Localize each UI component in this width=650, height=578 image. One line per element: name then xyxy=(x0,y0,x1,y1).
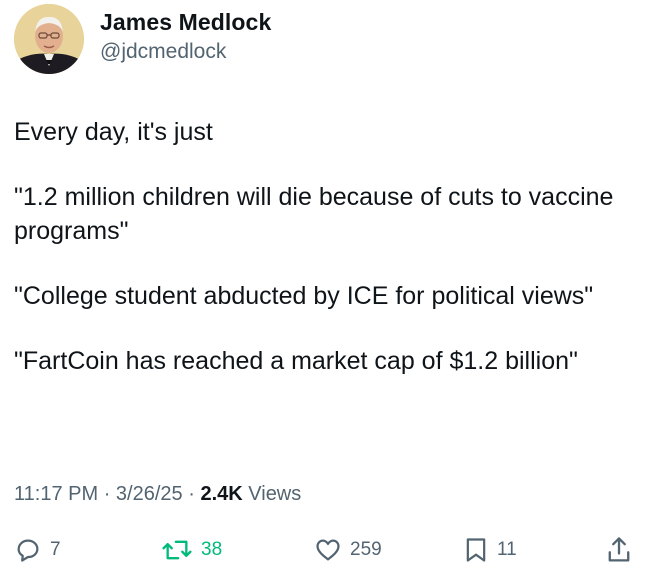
bookmark-count: 11 xyxy=(497,539,517,560)
share-icon xyxy=(608,537,630,562)
share-button[interactable] xyxy=(605,535,633,565)
retweet-count: 38 xyxy=(201,539,223,560)
tweet-paragraph: "1.2 million children will die because o… xyxy=(14,183,614,245)
tweet-header: James Medlock @jdcmedlock xyxy=(14,4,271,74)
meta-separator: · xyxy=(188,483,195,505)
meta-separator: · xyxy=(103,483,111,505)
like-button[interactable]: 259 xyxy=(314,536,382,564)
tweet-time[interactable]: 11:17 PM xyxy=(14,483,98,505)
like-count: 259 xyxy=(350,539,382,560)
tweet-date[interactable]: 3/26/25 xyxy=(116,483,183,505)
bookmark-button[interactable]: 11 xyxy=(463,536,517,564)
display-name[interactable]: James Medlock xyxy=(100,9,271,36)
retweet-icon xyxy=(162,540,192,560)
tweet-text: Every day, it's just "1.2 million childr… xyxy=(14,115,639,409)
heart-icon xyxy=(316,539,340,561)
reply-count: 7 xyxy=(50,539,61,560)
tweet-paragraph: "FartCoin has reached a market cap of $1… xyxy=(14,347,578,375)
profile-photo-icon xyxy=(14,4,84,74)
action-bar: 7 38 259 11 xyxy=(0,532,650,568)
tweet-paragraph: "College student abducted by ICE for pol… xyxy=(14,282,594,310)
views-count: 2.4K xyxy=(200,483,243,505)
tweet-paragraph: Every day, it's just xyxy=(14,118,213,146)
tweet-meta: 11:17 PM · 3/26/25 · 2.4K Views xyxy=(14,483,301,506)
bookmark-icon xyxy=(466,538,486,562)
views-label: Views xyxy=(248,483,302,505)
retweet-button[interactable]: 38 xyxy=(161,536,222,564)
reply-icon xyxy=(17,539,39,562)
user-handle[interactable]: @jdcmedlock xyxy=(100,40,271,64)
reply-button[interactable]: 7 xyxy=(14,536,61,564)
avatar[interactable] xyxy=(14,4,84,74)
